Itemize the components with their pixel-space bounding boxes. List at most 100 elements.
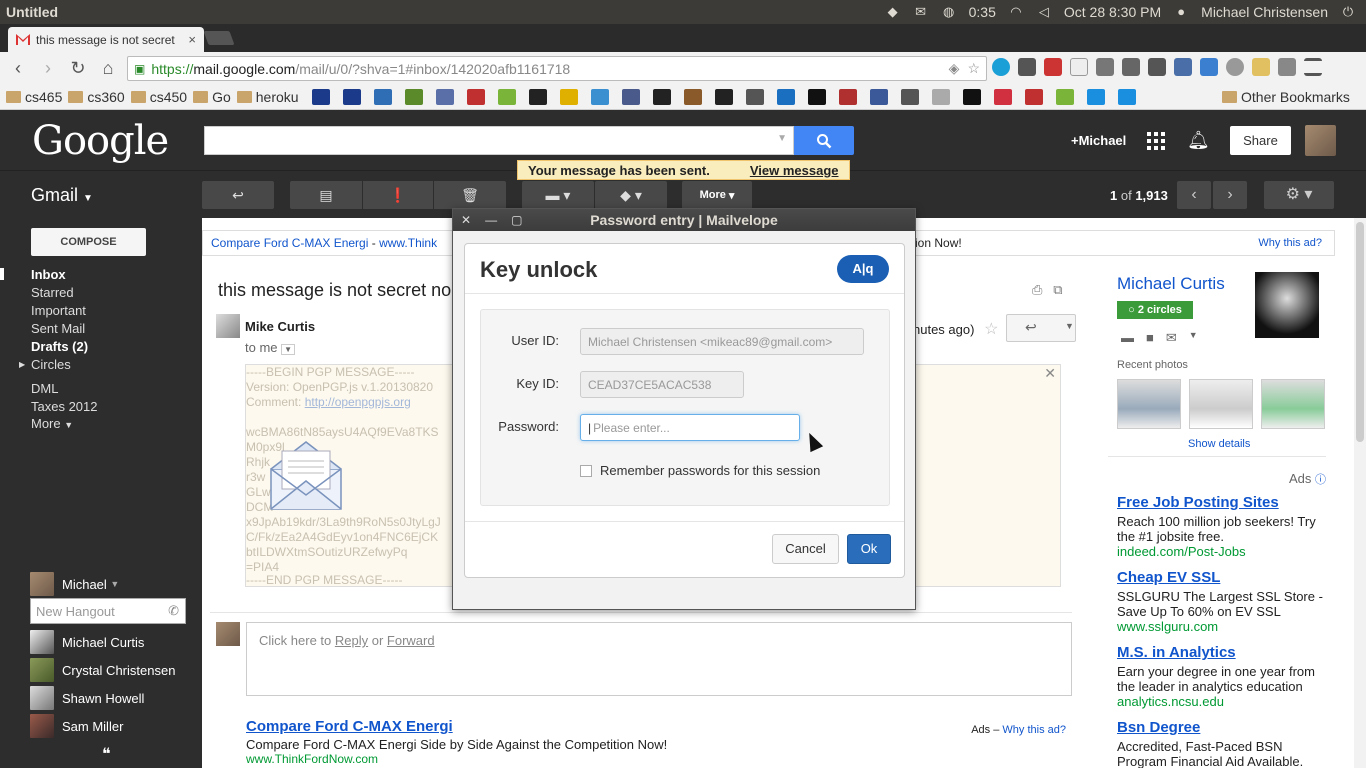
search-button[interactable] [794, 126, 854, 155]
bookmark-favicon-icon[interactable] [900, 88, 919, 105]
bottom-ad-url-link[interactable]: www.ThinkFordNow.com [246, 752, 1072, 766]
calendar-icon[interactable] [1200, 58, 1218, 76]
reply-icon[interactable]: ↩ [1025, 319, 1037, 336]
gmail-switcher[interactable]: Gmail ▼ [31, 185, 93, 206]
openpgpjs-link[interactable]: http://openpgpjs.org [305, 395, 411, 409]
os-clock[interactable]: 0:35 [969, 4, 996, 20]
window-minimize-icon[interactable]: — [485, 209, 497, 231]
bookmark-favicon-icon[interactable] [528, 88, 547, 105]
nav-item-circles[interactable]: ▶ Circles [19, 357, 71, 372]
wifi-icon[interactable]: ◠ [1008, 5, 1024, 19]
pen-icon[interactable] [1148, 58, 1166, 76]
bookmark-favicon-icon[interactable] [1024, 88, 1043, 105]
bookmark-favicon-icon[interactable] [807, 88, 826, 105]
side-ad-title-link[interactable]: Bsn Degree [1117, 719, 1332, 736]
reload-icon[interactable]: ↻ [66, 56, 90, 80]
contact-sam-miller[interactable]: Sam Miller [30, 714, 123, 738]
mailvelope-icon[interactable] [1278, 58, 1296, 76]
bookmark-red-icon[interactable] [1044, 58, 1062, 76]
show-details-link[interactable]: Show details [1188, 438, 1250, 450]
side-ad-url-link[interactable]: indeed.com/Post-Jobs [1117, 544, 1332, 559]
back-icon[interactable]: ‹ [6, 56, 30, 80]
power-icon[interactable]: ⏻ [1340, 5, 1356, 19]
contact-name-link[interactable]: Michael Curtis [1117, 274, 1225, 294]
account-avatar[interactable] [1305, 125, 1336, 156]
lock-ext-icon[interactable] [1252, 58, 1270, 76]
photo-thumbnail[interactable] [1117, 379, 1181, 429]
tab-close-icon[interactable]: × [188, 32, 196, 47]
contact-crystal-christensen[interactable]: Crystal Christensen [30, 658, 175, 682]
bookmark-favicon-icon[interactable] [311, 88, 330, 105]
pocket-icon[interactable] [1018, 58, 1036, 76]
bookmark-folder-cs360[interactable]: cs360 [68, 89, 125, 105]
puzzle-icon[interactable] [1096, 58, 1114, 76]
video-icon[interactable]: ■ [1146, 330, 1154, 346]
search-dropdown-icon[interactable]: ▼ [777, 133, 787, 144]
side-ad-url-link[interactable]: www.sslguru.com [1117, 619, 1332, 634]
reply-link[interactable]: Reply [335, 633, 368, 648]
chat-icon[interactable]: ▬ [1121, 330, 1134, 346]
ok-button[interactable]: Ok [847, 534, 891, 564]
menu-icon[interactable] [1304, 58, 1322, 76]
back-to-inbox-button[interactable]: ↩ [202, 181, 274, 209]
info-icon[interactable]: ⓘ [1315, 474, 1326, 486]
more-actions-button[interactable]: More ▾ [682, 181, 752, 209]
bookmark-favicon-icon[interactable] [683, 88, 702, 105]
bookmark-favicon-icon[interactable] [1117, 88, 1136, 105]
bookmark-favicon-icon[interactable] [435, 88, 454, 105]
share-button[interactable]: Share [1230, 126, 1291, 155]
new-tab-button[interactable] [203, 31, 235, 45]
browser-tab[interactable]: this message is not secret × [8, 27, 204, 52]
dialog-titlebar[interactable]: ✕ — ▢ Password entry | Mailvelope [453, 209, 915, 231]
compose-button[interactable]: COMPOSE [31, 228, 146, 256]
bookmark-favicon-icon[interactable] [993, 88, 1012, 105]
bookmark-star-icon[interactable]: ☆ [967, 60, 980, 77]
bookmark-favicon-icon[interactable] [559, 88, 578, 105]
bookmark-favicon-icon[interactable] [931, 88, 950, 105]
side-ad-title-link[interactable]: Free Job Posting Sites [1117, 494, 1332, 511]
email-icon[interactable]: ✉ [1166, 330, 1177, 346]
settings-button[interactable]: ⚙ ▾ [1264, 181, 1334, 209]
dropbox-icon[interactable]: ◆ [885, 5, 901, 19]
recipient-details[interactable]: to me ▼ [245, 340, 296, 355]
window-maximize-icon[interactable]: ▢ [511, 209, 522, 231]
cancel-button[interactable]: Cancel [772, 534, 839, 564]
print-all-icon[interactable]: ⎙ ⧉ [1032, 282, 1063, 298]
bookmark-favicon-icon[interactable] [714, 88, 733, 105]
sender-avatar[interactable] [216, 314, 240, 338]
bookmark-favicon-icon[interactable] [373, 88, 392, 105]
bookmark-folder-cs450[interactable]: cs450 [130, 89, 187, 105]
notifications-bell-icon[interactable]: 🔔︎ [1187, 130, 1210, 151]
phone-icon[interactable]: ✆ [168, 603, 179, 619]
extension-diamond-icon[interactable]: ◈ [949, 60, 960, 77]
report-spam-button[interactable]: ❗ [363, 181, 433, 209]
move-to-button[interactable]: ▬ ▾ [522, 181, 594, 209]
nav-item-sent-mail[interactable]: Sent Mail [31, 321, 85, 336]
side-ad-title-link[interactable]: M.S. in Analytics [1117, 644, 1332, 661]
chevron-down-icon[interactable]: ▼ [1189, 330, 1198, 346]
search-input[interactable]: ▼ [204, 126, 794, 155]
bookmark-favicon-icon[interactable] [745, 88, 764, 105]
scrollbar-thumb[interactable] [1356, 222, 1364, 442]
bookmark-favicon-icon[interactable] [590, 88, 609, 105]
quick-reply-box[interactable]: Click here to Reply or Forward [246, 622, 1072, 696]
address-bar[interactable]: ▣ https:// mail.google.com /mail/u/0/?sh… [127, 56, 987, 81]
delete-button[interactable]: 🗑︎ [434, 181, 506, 209]
contact-shawn-howell[interactable]: Shawn Howell [30, 686, 144, 710]
skype-icon[interactable] [992, 58, 1010, 76]
nav-item-drafts[interactable]: Drafts (2) [31, 339, 88, 354]
archive-button[interactable]: ▤ [290, 181, 362, 209]
window-close-icon[interactable]: ✕ [461, 209, 471, 231]
bookmark-favicon-icon[interactable] [497, 88, 516, 105]
close-icon[interactable]: ✕ [1044, 365, 1056, 382]
password-input[interactable]: | Please enter... [580, 414, 800, 441]
bookmark-folder-cs465[interactable]: cs465 [6, 89, 62, 105]
wikipedia-icon[interactable] [1070, 58, 1088, 76]
bookmark-favicon-icon[interactable] [962, 88, 981, 105]
forward-icon[interactable]: › [36, 56, 60, 80]
other-bookmarks[interactable]: Other Bookmarks [1222, 89, 1350, 105]
bookmark-favicon-icon[interactable] [621, 88, 640, 105]
nav-item-more[interactable]: More ▼ [31, 416, 73, 431]
bookmark-favicon-icon[interactable] [1055, 88, 1074, 105]
window-icon[interactable] [1174, 58, 1192, 76]
